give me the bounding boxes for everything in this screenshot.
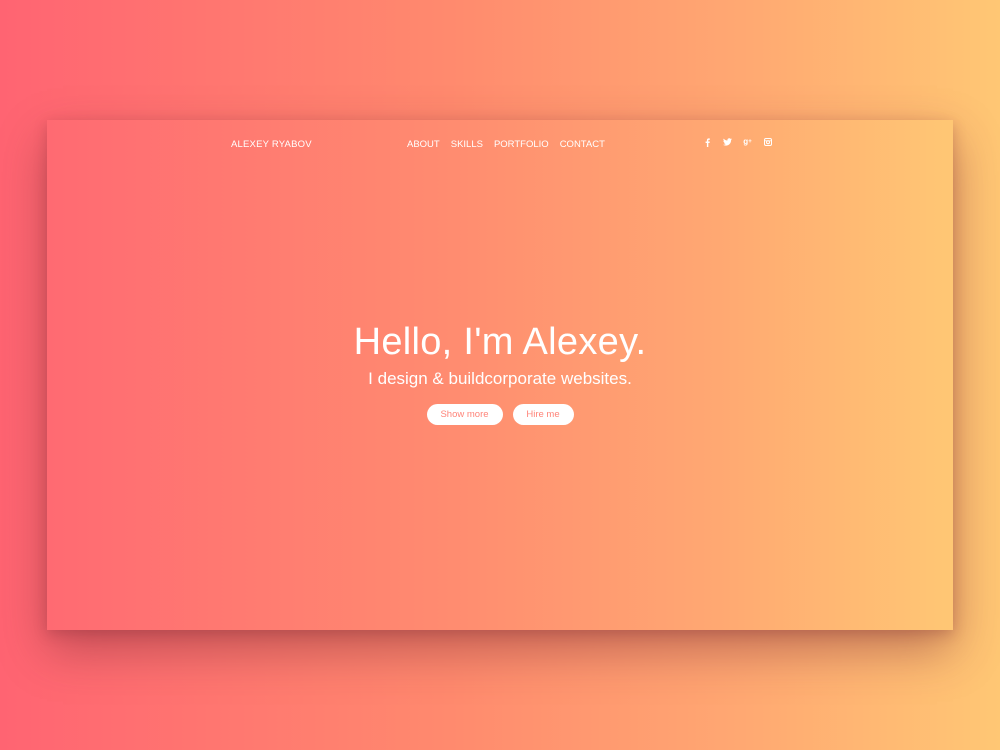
hero-actions: Show more Hire me	[47, 404, 953, 425]
hero-section: Hello, I'm Alexey. I design & buildcorpo…	[47, 120, 953, 630]
hero-subtitle: I design & buildcorporate websites.	[368, 369, 632, 388]
website-mockup: ALEXEY RYABOV ABOUT SKILLS PORTFOLIO CON…	[47, 120, 953, 630]
show-more-button[interactable]: Show more	[426, 404, 503, 425]
hero-title: Hello, I'm Alexey.	[353, 321, 647, 363]
hire-me-button[interactable]: Hire me	[512, 404, 574, 425]
